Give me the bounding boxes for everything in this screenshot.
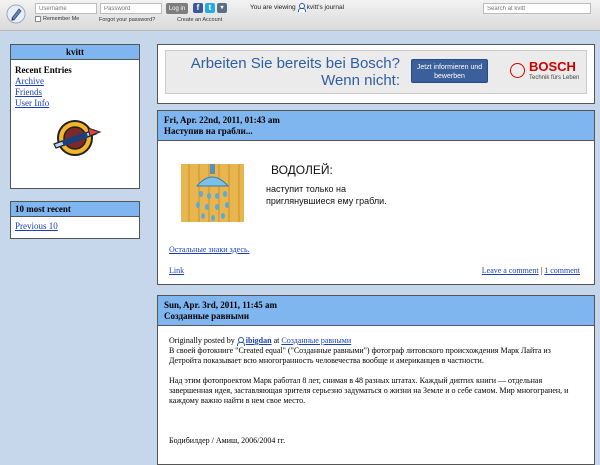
- twitter-icon[interactable]: t: [205, 3, 215, 13]
- photo-caption: Бодибилдер / Амиш, 2006/2004 гг.: [169, 436, 286, 445]
- remember-me-label: Remember Me: [43, 16, 80, 22]
- journal-entry: Sun, Apr. 3rd, 2011, 11:45 am Созданные …: [157, 295, 595, 465]
- original-post-link[interactable]: Созданные равными: [281, 336, 351, 346]
- originally-posted-line: Originally posted by ibigdan at Созданны…: [169, 336, 583, 346]
- facebook-icon[interactable]: f: [193, 3, 203, 13]
- entry-body: Originally posted by ibigdan at Созданны…: [158, 326, 594, 446]
- remember-me-checkbox[interactable]: [35, 16, 41, 22]
- journal-entry: Fri, Apr. 22nd, 2011, 01:43 am Наступив …: [157, 110, 595, 285]
- entry-paragraph: Над этим фотопроектом Марк работал 8 лет…: [169, 376, 569, 405]
- ad-brand: BOSCH: [529, 59, 576, 74]
- ad-cta-button[interactable]: Jetzt informieren und bewerben: [411, 59, 488, 83]
- advertisement-panel: Arbeiten Sie bereits bei Bosch? Wenn nic…: [157, 44, 595, 104]
- user-icon[interactable]: [236, 337, 245, 346]
- ad-headline: Arbeiten Sie bereits bei Bosch? Wenn nic…: [190, 55, 400, 89]
- comments-count-link[interactable]: 1 comment: [544, 266, 580, 275]
- recent-entries-heading: Recent Entries: [15, 65, 72, 75]
- entry-header: Fri, Apr. 22nd, 2011, 01:43 am Наступив …: [158, 111, 594, 141]
- entry-date: Fri, Apr. 22nd, 2011, 01:43 am: [164, 115, 280, 125]
- horoscope-title: ВОДОЛЕЙ:: [271, 163, 333, 177]
- orig-at: at: [273, 336, 280, 345]
- horoscope-text: наступит только на приглянувшиеся ему гр…: [266, 184, 387, 206]
- previous-10-link[interactable]: Previous 10: [15, 221, 135, 232]
- friends-link[interactable]: Friends: [15, 87, 135, 98]
- livejournal-pencil-icon[interactable]: [6, 4, 26, 24]
- entry-comment-links: Leave a comment | 1 comment: [482, 266, 580, 275]
- ad-tagline: Technik fürs Leben: [529, 75, 580, 81]
- entry-permalink[interactable]: Link: [169, 266, 184, 275]
- dropdown-icon[interactable]: ▾: [217, 3, 227, 13]
- viewing-journal: You are viewing kvitt's journal: [250, 3, 344, 12]
- other-signs-link[interactable]: Остальные знаки здесь.: [169, 245, 250, 254]
- shower-illustration: [181, 164, 244, 222]
- user-icon[interactable]: [297, 3, 306, 12]
- search-input[interactable]: [483, 3, 591, 14]
- user-info-link[interactable]: User Info: [15, 98, 135, 109]
- viewing-journal-name[interactable]: kvitt's journal: [307, 4, 344, 11]
- password-input[interactable]: [100, 3, 162, 14]
- planet-express-userpic: [46, 116, 104, 160]
- forgot-password-link[interactable]: Forgot your password?: [99, 17, 155, 23]
- entry-header: Sun, Apr. 3rd, 2011, 11:45 am Созданные …: [158, 296, 594, 326]
- entry-title: Созданные равными: [164, 311, 250, 321]
- entry-paragraph: В своей фотокниге "Created equal" ("Созд…: [169, 346, 551, 365]
- leave-comment-link[interactable]: Leave a comment: [482, 266, 539, 275]
- viewing-prefix: You are viewing: [250, 3, 296, 11]
- entry-date: Sun, Apr. 3rd, 2011, 11:45 am: [164, 300, 277, 310]
- top-navigation-bar: Log in f t ▾ Remember Me Forgot your pas…: [0, 0, 600, 31]
- archive-link[interactable]: Archive: [15, 76, 135, 87]
- recent-sidebar-box: 10 most recent Previous 10: [10, 201, 140, 239]
- entry-title: Наступив на грабли...: [164, 126, 253, 136]
- username-input[interactable]: [35, 3, 97, 14]
- comment-separator: |: [540, 266, 543, 275]
- login-button[interactable]: Log in: [166, 3, 188, 14]
- bosch-banner-ad[interactable]: Arbeiten Sie bereits bei Bosch? Wenn nic…: [165, 50, 587, 94]
- user-sidebar-box: kvitt Recent Entries Archive Friends Use…: [10, 44, 140, 189]
- remember-me[interactable]: Remember Me: [35, 16, 79, 22]
- orig-prefix: Originally posted by: [169, 336, 235, 345]
- create-account-link[interactable]: Create an Account: [177, 17, 222, 23]
- journal-name-title: kvitt: [11, 45, 139, 60]
- bosch-logo-icon: [510, 63, 525, 78]
- original-author-link[interactable]: ibigdan: [246, 336, 272, 346]
- recent-heading: 10 most recent: [11, 202, 139, 217]
